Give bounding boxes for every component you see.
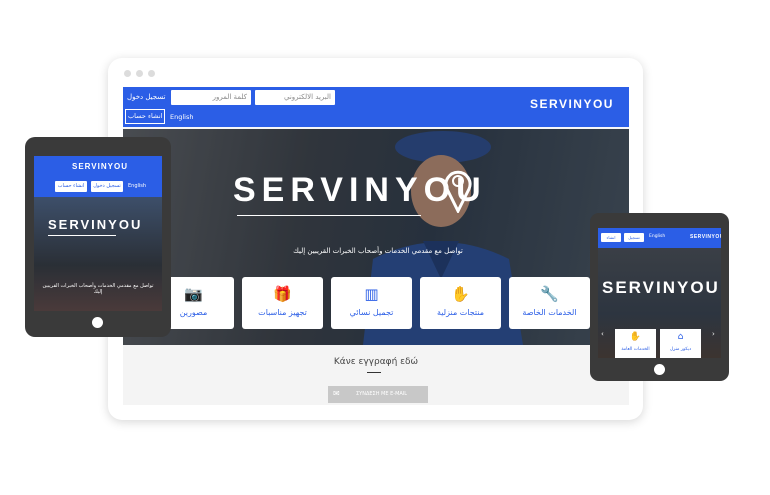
tablet-home-button	[654, 364, 665, 375]
register-button[interactable]: انشاء حساب	[125, 109, 166, 124]
card-label: منتجات منزلية	[436, 308, 485, 317]
email-signup-button[interactable]: ✉ ΣΥΝΔΕΣΗ ΜΕ E-MAIL	[328, 386, 428, 403]
top-navbar: تسجيل دخول كلمة المرور البريد الالكتروني…	[123, 87, 629, 127]
tablet-right-language-link[interactable]: English	[649, 234, 665, 239]
card-label: الخدمات العامة	[621, 347, 650, 352]
card-label: تجميل نسائي	[349, 308, 394, 317]
tablet-right-register-button[interactable]: انشاء حساب	[601, 233, 621, 249]
service-card-beauty[interactable]: ▥ تجميل نسائي	[331, 277, 412, 329]
wrench-icon: 🔧	[540, 285, 559, 303]
tablet-left-hero-logo: SERVINYOU	[48, 217, 143, 232]
tablet-right-card-general-services[interactable]: ✋ الخدمات العامة	[615, 329, 656, 358]
tablet-left-hero: SERVINYOU تواصل مع مقدمي الخدمات وأصحاب …	[34, 197, 162, 311]
tablet-right-hero: SERVINYOU ‹ › ⌂ ديكور منزل ✋ الخدمات الع…	[598, 248, 721, 358]
service-card-events[interactable]: 🎁 تجهيز مناسبات	[242, 277, 323, 329]
hands-icon: ✋	[451, 285, 470, 303]
handshake-icon: ✋	[629, 332, 642, 342]
tablet-right-hero-logo: SERVINYOU	[602, 278, 720, 297]
hero-tagline: تواصل مع مقدمي الخدمات وأصحاب الخبرات ال…	[293, 247, 463, 255]
hero-banner: SERVINYOU تواصل مع مقدمي الخدمات وأصحاب …	[123, 129, 629, 345]
brand-logo[interactable]: SERVINYOU	[530, 95, 626, 115]
service-card-private-services[interactable]: 🔧 الخدمات الخاصة	[509, 277, 590, 329]
hero-logo: SERVINYOU	[233, 170, 523, 226]
email-input[interactable]: البريد الالكتروني	[255, 90, 335, 105]
gift-icon: 🎁	[273, 285, 292, 303]
email-signup-label: ΣΥΝΔΕΣΗ ΜΕ E-MAIL	[356, 391, 408, 397]
comb-icon: ▥	[364, 285, 379, 303]
home-icon: ⌂	[677, 332, 684, 342]
mail-icon: ✉	[333, 389, 340, 398]
password-input[interactable]: كلمة المرور	[171, 90, 251, 105]
service-card-home-products[interactable]: ✋ منتجات منزلية	[420, 277, 501, 329]
card-label: تجهيز مناسبات	[258, 308, 307, 317]
signup-title: Κάνε εγγραφή εδώ	[333, 357, 419, 367]
tablet-right-logo: SERVINYOU	[690, 234, 721, 240]
window-dot	[148, 70, 155, 77]
desktop-screen: تسجيل دخول كلمة المرور البريد الالكتروني…	[123, 87, 629, 405]
window-dot	[136, 70, 143, 77]
tablet-left-register-button[interactable]: انشاء حساب	[55, 181, 87, 192]
map-pin-icon	[444, 170, 472, 213]
carousel-next-icon[interactable]: ›	[712, 330, 715, 338]
login-link[interactable]: تسجيل دخول	[127, 90, 166, 105]
tablet-left-tagline: تواصل مع مقدمي الخدمات وأصحاب الخبرات ال…	[42, 283, 154, 295]
tablet-left-screen: SERVINYOU انشاء حساب تسجيل دخول English …	[34, 156, 162, 311]
tablet-left-login-button[interactable]: تسجيل دخول	[91, 181, 123, 192]
tablet-left-logo: SERVINYOU	[72, 162, 128, 171]
tablet-home-button	[92, 317, 103, 328]
tablet-left-navbar: SERVINYOU انشاء حساب تسجيل دخول English	[34, 156, 162, 197]
logo-underline	[237, 215, 421, 216]
tablet-left-language-link[interactable]: English	[128, 183, 146, 189]
signup-section: Κάνε εγγραφή εδώ ✉ ΣΥΝΔΕΣΗ ΜΕ E-MAIL	[123, 345, 629, 405]
tablet-right-navbar: انشاء حساب تسجيل دخول English SERVINYOU	[598, 228, 721, 249]
carousel-prev-icon[interactable]: ‹	[601, 330, 604, 338]
tablet-right-login-button[interactable]: تسجيل دخول	[624, 233, 644, 249]
logo-underline	[48, 235, 116, 236]
card-label: ديكور منزل	[669, 347, 692, 352]
window-dot	[124, 70, 131, 77]
tablet-right-screen: انشاء حساب تسجيل دخول English SERVINYOU …	[598, 228, 721, 358]
title-underline	[367, 372, 381, 373]
language-link[interactable]: English	[170, 110, 193, 125]
card-label: الخدمات الخاصة	[522, 308, 577, 317]
tablet-right-card-home-decor[interactable]: ⌂ ديكور منزل	[660, 329, 701, 358]
